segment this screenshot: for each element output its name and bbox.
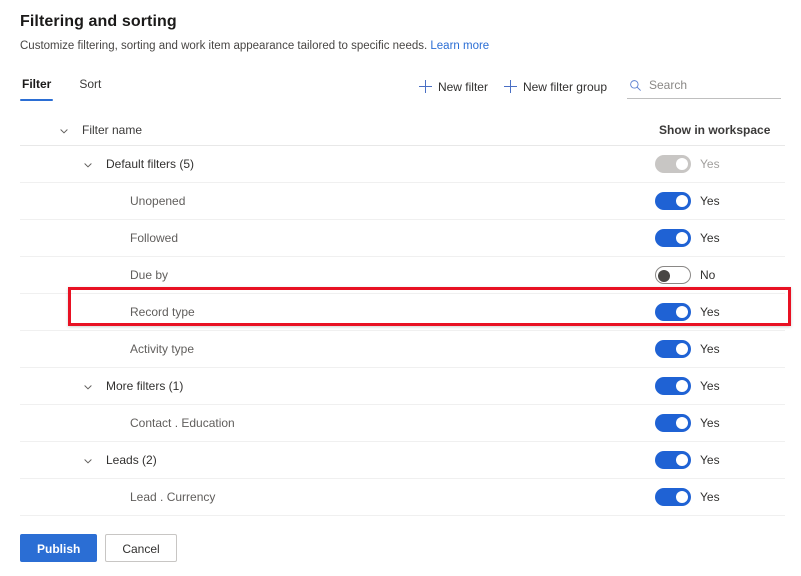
toggle-state-label: No bbox=[700, 268, 716, 282]
command-bar-actions: New filter New filter group bbox=[411, 72, 781, 99]
row-workspace-cell: Yes bbox=[655, 377, 785, 395]
row-expand-cell[interactable] bbox=[20, 454, 106, 466]
row-workspace-cell: Yes bbox=[655, 229, 785, 247]
row-workspace-cell: Yes bbox=[655, 414, 785, 432]
cancel-button[interactable]: Cancel bbox=[105, 534, 177, 562]
new-filter-label: New filter bbox=[437, 79, 488, 94]
search-input[interactable] bbox=[649, 77, 779, 93]
chevron-down-icon[interactable] bbox=[82, 158, 94, 170]
learn-more-link[interactable]: Learn more bbox=[430, 40, 489, 52]
table-body: Default filters (5) Yes Unopened Yes Followe… bbox=[20, 146, 785, 553]
tab-filter[interactable]: Filter bbox=[20, 72, 54, 101]
toggle-state-label: Yes bbox=[700, 379, 720, 393]
show-in-workspace-toggle[interactable] bbox=[655, 414, 691, 432]
publish-button[interactable]: Publish bbox=[20, 534, 98, 562]
show-in-workspace-toggle[interactable] bbox=[655, 488, 691, 506]
toggle-knob bbox=[676, 158, 688, 170]
toggle-knob bbox=[676, 454, 688, 466]
row-filter-name: Unopened bbox=[130, 194, 186, 208]
chevron-down-icon[interactable] bbox=[82, 454, 94, 466]
table-row[interactable]: Unopened Yes bbox=[20, 183, 785, 220]
row-workspace-cell: Yes bbox=[655, 451, 785, 469]
row-filter-name: Record type bbox=[130, 305, 195, 319]
row-workspace-cell: Yes bbox=[655, 340, 785, 358]
row-workspace-cell: Yes bbox=[655, 155, 785, 173]
show-in-workspace-toggle[interactable] bbox=[655, 303, 691, 321]
table-row[interactable]: Leads (2) Yes bbox=[20, 442, 785, 479]
page-subtitle: Customize filtering, sorting and work it… bbox=[20, 38, 781, 54]
search-icon bbox=[629, 79, 642, 92]
toggle-state-label: Yes bbox=[700, 342, 720, 356]
chevron-down-icon[interactable] bbox=[82, 380, 94, 392]
row-filter-name: Followed bbox=[130, 231, 179, 245]
tab-list: Filter Sort bbox=[20, 72, 103, 101]
row-filter-name: More filters (1) bbox=[106, 379, 184, 393]
toggle-knob bbox=[676, 343, 688, 355]
toggle-knob bbox=[658, 270, 670, 282]
row-expand-cell[interactable] bbox=[20, 158, 106, 170]
toggle-knob bbox=[676, 491, 688, 503]
toggle-state-label: Yes bbox=[700, 194, 720, 208]
show-in-workspace-toggle[interactable] bbox=[655, 377, 691, 395]
show-in-workspace-toggle[interactable] bbox=[655, 192, 691, 210]
row-workspace-cell: Yes bbox=[655, 303, 785, 321]
tab-sort[interactable]: Sort bbox=[77, 72, 103, 101]
toggle-state-label: Yes bbox=[700, 305, 720, 319]
page-header: Filtering and sorting Customize filterin… bbox=[0, 0, 801, 54]
table-row[interactable]: Record type Yes bbox=[20, 294, 785, 331]
show-in-workspace-toggle[interactable] bbox=[655, 266, 691, 284]
row-workspace-cell: No bbox=[655, 266, 785, 284]
row-filter-name: Due by bbox=[130, 268, 169, 282]
row-workspace-cell: Yes bbox=[655, 488, 785, 506]
page-title: Filtering and sorting bbox=[20, 13, 177, 30]
show-in-workspace-toggle bbox=[655, 155, 691, 173]
show-in-workspace-toggle[interactable] bbox=[655, 229, 691, 247]
search-box[interactable] bbox=[627, 74, 781, 99]
header-expand-cell[interactable] bbox=[20, 124, 82, 136]
row-workspace-cell: Yes bbox=[655, 192, 785, 210]
table-header-row: Filter name Show in workspace bbox=[20, 115, 785, 146]
toggle-knob bbox=[676, 306, 688, 318]
toggle-state-label: Yes bbox=[700, 490, 720, 504]
toggle-knob bbox=[676, 417, 688, 429]
table-row[interactable]: Followed Yes bbox=[20, 220, 785, 257]
show-in-workspace-toggle[interactable] bbox=[655, 340, 691, 358]
toggle-knob bbox=[676, 232, 688, 244]
row-filter-name: Leads (2) bbox=[106, 453, 157, 467]
table-row[interactable]: More filters (1) Yes bbox=[20, 368, 785, 405]
filters-table: Filter name Show in workspace Default fi… bbox=[0, 115, 801, 553]
new-filter-group-label: New filter group bbox=[522, 79, 607, 94]
row-filter-name: Default filters (5) bbox=[106, 157, 195, 171]
toggle-state-label: Yes bbox=[700, 416, 720, 430]
new-filter-button[interactable]: New filter bbox=[411, 75, 496, 99]
plus-icon bbox=[503, 80, 517, 93]
page-subtitle-text: Customize filtering, sorting and work it… bbox=[20, 40, 428, 52]
toggle-state-label: Yes bbox=[700, 157, 720, 171]
new-filter-group-button[interactable]: New filter group bbox=[496, 75, 615, 99]
column-header-show-in-workspace: Show in workspace bbox=[659, 123, 771, 137]
table-row[interactable]: Due by No bbox=[20, 257, 785, 294]
column-header-filter-name: Filter name bbox=[82, 123, 143, 137]
row-filter-name: Contact . Education bbox=[130, 416, 235, 430]
plus-icon bbox=[418, 80, 432, 93]
toggle-state-label: Yes bbox=[700, 231, 720, 245]
table-row[interactable]: Activity type Yes bbox=[20, 331, 785, 368]
toggle-knob bbox=[676, 380, 688, 392]
table-row[interactable]: Lead . Currency Yes bbox=[20, 479, 785, 516]
row-expand-cell[interactable] bbox=[20, 380, 106, 392]
table-row[interactable]: Contact . Education Yes bbox=[20, 405, 785, 442]
chevron-down-icon[interactable] bbox=[58, 124, 70, 136]
toggle-knob bbox=[676, 195, 688, 207]
toggle-state-label: Yes bbox=[700, 453, 720, 467]
show-in-workspace-toggle[interactable] bbox=[655, 451, 691, 469]
row-filter-name: Activity type bbox=[130, 342, 195, 356]
row-filter-name: Lead . Currency bbox=[130, 490, 216, 504]
footer-actions: Publish Cancel bbox=[0, 520, 801, 576]
command-bar: Filter Sort New filter New filter group bbox=[0, 72, 801, 106]
table-row[interactable]: Default filters (5) Yes bbox=[20, 146, 785, 183]
